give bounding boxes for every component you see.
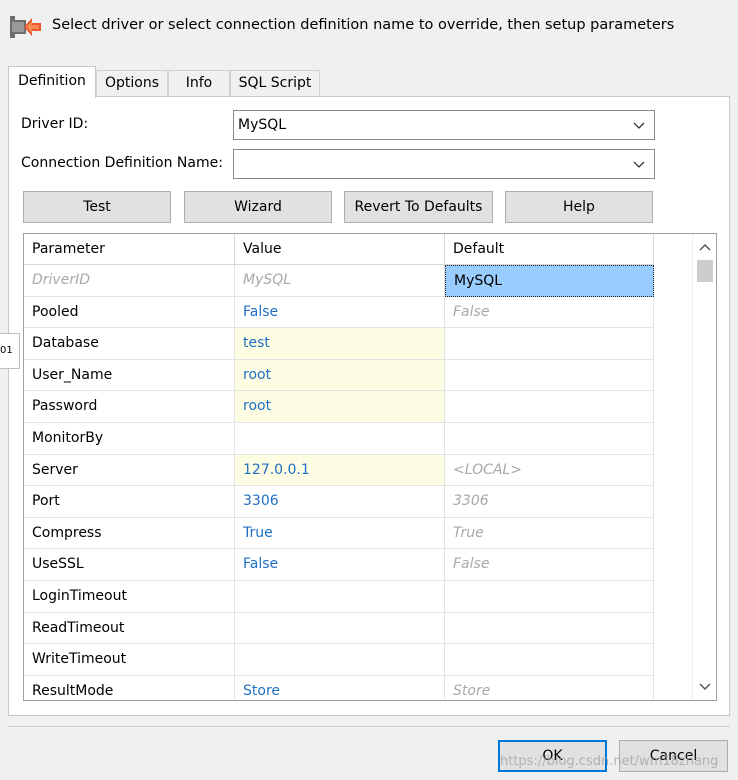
help-button[interactable]: Help: [505, 191, 653, 223]
parameter-cell: ResultMode: [24, 675, 235, 700]
table-row[interactable]: ReadTimeout: [24, 612, 654, 645]
driver-id-label: Driver ID:: [21, 116, 89, 132]
default-cell: [445, 612, 654, 645]
separator: [8, 726, 730, 727]
parameter-cell: WriteTimeout: [24, 644, 235, 676]
value-cell[interactable]: False: [235, 549, 445, 581]
tab-sql-script[interactable]: SQL Script: [230, 70, 320, 97]
table-row[interactable]: Database test: [24, 328, 654, 360]
parameter-cell: MonitorBy: [24, 423, 235, 455]
column-header-parameter[interactable]: Parameter: [24, 234, 235, 265]
dialog-header: Select driver or select connection defin…: [0, 0, 738, 55]
header-instruction: Select driver or select connection defin…: [52, 17, 675, 33]
value-cell[interactable]: MySQL: [235, 265, 445, 297]
table-row[interactable]: Port 3306 3306: [24, 486, 654, 518]
connection-definition-label: Connection Definition Name:: [21, 155, 223, 171]
value-cell[interactable]: [235, 612, 445, 645]
value-cell[interactable]: 3306: [235, 486, 445, 518]
default-cell: True: [445, 517, 654, 550]
table-row[interactable]: Compress True True: [24, 517, 654, 550]
plug-arrow-icon: [10, 16, 41, 38]
table-row[interactable]: WriteTimeout: [24, 644, 654, 676]
value-cell[interactable]: 127.0.0.1: [235, 454, 445, 487]
default-cell: [445, 581, 654, 613]
watermark: https://blog.csdn.net/wm18zhang: [500, 754, 719, 769]
chevron-down-icon: [633, 161, 645, 168]
value-cell[interactable]: root: [235, 391, 445, 423]
default-cell: [445, 423, 654, 455]
parameter-cell: User_Name: [24, 359, 235, 392]
revert-to-defaults-button[interactable]: Revert To Defaults: [344, 191, 493, 223]
parameter-cell: ReadTimeout: [24, 612, 235, 645]
vertical-scrollbar[interactable]: [692, 234, 716, 700]
value-cell[interactable]: False: [235, 296, 445, 329]
table-row[interactable]: Server 127.0.0.1 <LOCAL>: [24, 454, 654, 487]
value-cell[interactable]: test: [235, 328, 445, 360]
table-row[interactable]: LoginTimeout: [24, 581, 654, 613]
default-cell: False: [445, 296, 654, 329]
table-row[interactable]: UseSSL False False: [24, 549, 654, 581]
value-cell[interactable]: root: [235, 359, 445, 392]
default-cell: [445, 328, 654, 360]
default-cell[interactable]: MySQL: [445, 265, 654, 297]
parameters-grid[interactable]: Parameter Value Default DriverID MySQL M…: [23, 233, 717, 701]
chevron-down-icon: [633, 122, 645, 129]
scrollbar-thumb[interactable]: [697, 260, 713, 282]
tab-definition[interactable]: Definition: [8, 66, 96, 98]
parameter-cell: Server: [24, 454, 235, 487]
parameter-cell: LoginTimeout: [24, 581, 235, 613]
default-cell: [445, 359, 654, 392]
table-row[interactable]: ResultMode Store Store: [24, 675, 654, 700]
scroll-up-arrow-icon[interactable]: [697, 240, 713, 256]
parameter-cell: Port: [24, 486, 235, 518]
default-cell: [445, 644, 654, 676]
default-cell: [445, 391, 654, 423]
default-cell: False: [445, 549, 654, 581]
scroll-down-arrow-icon[interactable]: [697, 678, 713, 694]
parameter-cell: Password: [24, 391, 235, 423]
value-cell[interactable]: Store: [235, 675, 445, 700]
value-cell[interactable]: [235, 644, 445, 676]
tab-info[interactable]: Info: [168, 70, 230, 97]
parameter-cell: Pooled: [24, 296, 235, 329]
table-row[interactable]: User_Name root: [24, 359, 654, 392]
default-cell: Store: [445, 675, 654, 700]
column-header-value[interactable]: Value: [235, 234, 445, 265]
default-cell: <LOCAL>: [445, 454, 654, 487]
table-row[interactable]: DriverID MySQL MySQL: [24, 265, 654, 297]
table-row[interactable]: Pooled False False: [24, 296, 654, 329]
value-cell[interactable]: [235, 581, 445, 613]
table-row[interactable]: MonitorBy: [24, 423, 654, 455]
parameter-cell: Database: [24, 328, 235, 360]
driver-id-value: MySQL: [238, 117, 287, 133]
connection-definition-combo[interactable]: [233, 149, 655, 179]
parameter-cell: Compress: [24, 517, 235, 550]
grid-header: Parameter Value Default: [24, 234, 654, 265]
parameter-cell: DriverID: [24, 265, 235, 297]
definition-panel: Driver ID: MySQL Connection Definition N…: [8, 96, 730, 716]
driver-id-combo[interactable]: MySQL: [233, 110, 655, 140]
tab-options[interactable]: Options: [96, 70, 168, 97]
table-row[interactable]: Password root: [24, 391, 654, 423]
wizard-button[interactable]: Wizard: [184, 191, 332, 223]
value-cell[interactable]: [235, 423, 445, 455]
test-button[interactable]: Test: [23, 191, 171, 223]
parameter-cell: UseSSL: [24, 549, 235, 581]
value-cell[interactable]: True: [235, 517, 445, 550]
default-cell: 3306: [445, 486, 654, 518]
column-header-default[interactable]: Default: [445, 234, 654, 265]
side-tag: 01: [0, 333, 20, 369]
